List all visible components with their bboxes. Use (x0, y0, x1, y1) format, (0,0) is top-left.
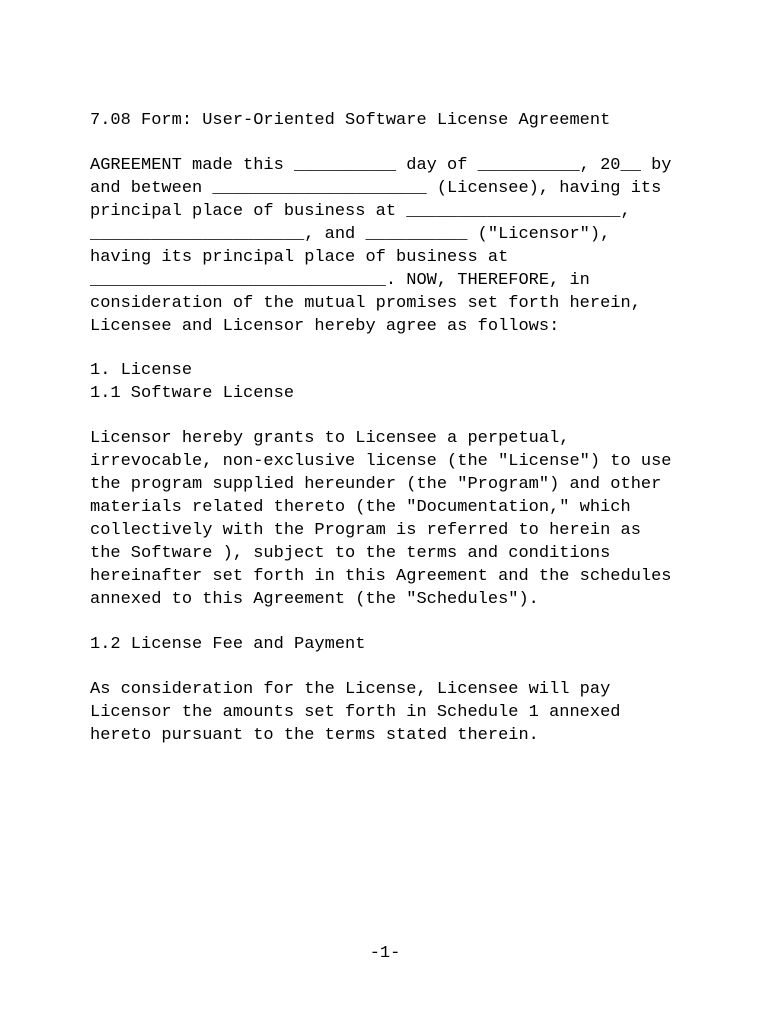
subsection-1-2-heading: 1.2 License Fee and Payment (90, 634, 680, 657)
subsection-1-1-body: Licensor hereby grants to Licensee a per… (90, 428, 680, 612)
preamble-paragraph: AGREEMENT made this __________ day of __… (90, 155, 680, 339)
page-number: -1- (0, 943, 770, 966)
subsection-1-2-body: As consideration for the License, Licens… (90, 679, 680, 748)
subsection-1-1-heading: 1.1 Software License (90, 383, 680, 406)
document-title: 7.08 Form: User-Oriented Software Licens… (90, 110, 680, 133)
section-1-heading: 1. License (90, 360, 680, 383)
